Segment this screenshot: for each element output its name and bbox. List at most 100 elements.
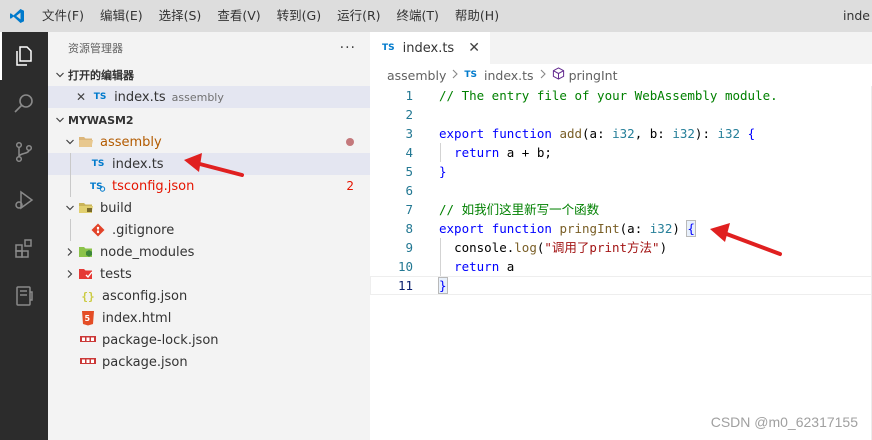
breadcrumb-symbol[interactable]: pringInt <box>569 68 618 83</box>
indent-guide <box>70 175 71 197</box>
problems-count-badge: 2 <box>346 179 354 193</box>
code-function-name: log <box>514 240 537 255</box>
code-keyword: function <box>491 126 552 141</box>
folder-test-icon <box>78 266 94 282</box>
open-editor-description: assembly <box>171 90 224 104</box>
close-icon[interactable]: ✕ <box>468 40 480 56</box>
run-debug-icon[interactable] <box>0 176 48 224</box>
code-line: 6 <box>370 181 872 200</box>
tab-label: index.ts <box>402 40 455 56</box>
extensions-icon[interactable] <box>0 224 48 272</box>
explorer-sidebar: 资源管理器 ··· 打开的编辑器 ✕ TS index.ts assembly … <box>48 32 370 440</box>
explorer-icon[interactable] <box>0 32 48 80</box>
npm-file-icon <box>80 332 96 348</box>
json-file-icon: {} <box>81 289 95 303</box>
open-editors-title: 打开的编辑器 <box>68 69 134 82</box>
tree-item-build[interactable]: build <box>48 197 370 219</box>
editor-tabs: TS index.ts ✕ <box>370 32 872 64</box>
menu-selection[interactable]: 选择(S) <box>151 0 210 32</box>
remote-explorer-icon[interactable] <box>0 272 48 320</box>
close-icon[interactable]: ✕ <box>76 90 86 104</box>
indent-guide <box>70 219 71 241</box>
more-actions-icon[interactable]: ··· <box>340 40 356 56</box>
menu-edit[interactable]: 编辑(E) <box>92 0 151 32</box>
line-number: 10 <box>397 259 413 274</box>
html-file-icon: 5 <box>80 310 96 326</box>
tree-item-package-lock[interactable]: package-lock.json <box>48 329 370 351</box>
folder-open-icon <box>78 134 94 150</box>
code-line: 8 export function pringInt(a: i32) { <box>370 219 872 238</box>
tree-item-asconfig[interactable]: {} asconfig.json <box>48 285 370 307</box>
code-text: a <box>499 259 515 274</box>
code-type: i32 <box>717 126 741 141</box>
chevron-right-icon <box>451 69 459 82</box>
tree-item-gitignore[interactable]: .gitignore <box>48 219 370 241</box>
typescript-file-icon: TS <box>93 92 107 102</box>
code-string: "调用了print方法" <box>544 240 660 255</box>
source-control-icon[interactable] <box>0 128 48 176</box>
code-line: 7 // 如我们这里新写一个函数 <box>370 200 872 219</box>
code-editor[interactable]: 1 // The entry file of your WebAssembly … <box>370 86 872 295</box>
breadcrumb-folder[interactable]: assembly <box>387 68 446 83</box>
open-editors-section[interactable]: 打开的编辑器 <box>48 64 370 86</box>
line-number: 1 <box>405 88 413 103</box>
tree-item-index-html[interactable]: 5 index.html <box>48 307 370 329</box>
sidebar-title: 资源管理器 <box>68 42 123 55</box>
tree-item-label: build <box>100 200 132 216</box>
search-icon[interactable] <box>0 80 48 128</box>
code-text: a + b; <box>499 145 552 160</box>
line-number: 9 <box>405 240 413 255</box>
vscode-logo-icon <box>0 0 34 32</box>
code-type: i32 <box>672 126 695 141</box>
menu-terminal[interactable]: 终端(T) <box>389 0 447 32</box>
code-line: 4 return a + b; <box>370 143 872 162</box>
menu-help[interactable]: 帮助(H) <box>447 0 507 32</box>
tree-item-node-modules[interactable]: node_modules <box>48 241 370 263</box>
tree-item-index-ts[interactable]: TS index.ts <box>48 153 370 175</box>
breadcrumb-file[interactable]: index.ts <box>484 68 534 83</box>
code-keyword: export <box>439 126 485 141</box>
line-number: 11 <box>397 278 413 293</box>
code-punct: } <box>439 164 447 179</box>
tree-item-label: node_modules <box>100 244 195 260</box>
open-editor-item[interactable]: ✕ TS index.ts assembly <box>48 86 370 108</box>
indent-guide <box>440 238 441 276</box>
chevron-down-icon <box>52 64 68 86</box>
tab-index-ts[interactable]: TS index.ts ✕ <box>370 32 490 64</box>
title-bar: 文件(F) 编辑(E) 选择(S) 查看(V) 转到(G) 运行(R) 终端(T… <box>0 0 872 32</box>
code-line: 1 // The entry file of your WebAssembly … <box>370 86 872 105</box>
code-type: i32 <box>612 126 635 141</box>
git-file-icon <box>90 222 106 238</box>
menu-bar: 文件(F) 编辑(E) 选择(S) 查看(V) 转到(G) 运行(R) 终端(T… <box>34 0 507 32</box>
sidebar-header: 资源管理器 ··· <box>48 32 370 64</box>
menu-view[interactable]: 查看(V) <box>209 0 268 32</box>
code-punct: (a: <box>619 221 650 236</box>
code-line: 5 } <box>370 162 872 181</box>
line-number: 3 <box>405 126 413 141</box>
code-function-name: pringInt <box>559 221 620 236</box>
folder-node-icon <box>78 244 94 260</box>
tree-item-tests[interactable]: tests <box>48 263 370 285</box>
line-number: 5 <box>405 164 413 179</box>
project-section[interactable]: MYWASM2 <box>48 109 370 131</box>
tsconfig-file-icon: TS <box>90 178 106 194</box>
code-punct: ) <box>672 221 688 236</box>
code-keyword: function <box>491 221 552 236</box>
menu-run[interactable]: 运行(R) <box>329 0 388 32</box>
tree-item-label: package-lock.json <box>102 332 219 348</box>
tree-item-package[interactable]: package.json <box>48 351 370 373</box>
line-number: 8 <box>405 221 413 236</box>
menu-go[interactable]: 转到(G) <box>269 0 329 32</box>
chevron-right-icon <box>62 241 78 263</box>
menu-file[interactable]: 文件(F) <box>34 0 92 32</box>
code-line: 9 console.log("调用了print方法") <box>370 238 872 257</box>
svg-text:5: 5 <box>85 314 91 323</box>
chevron-right-icon <box>539 69 547 82</box>
typescript-file-icon: TS <box>464 70 477 80</box>
code-type: i32 <box>649 221 673 236</box>
tree-item-assembly[interactable]: assembly <box>48 131 370 153</box>
folder-build-icon <box>78 200 94 216</box>
tree-item-tsconfig[interactable]: TS tsconfig.json 2 <box>48 175 370 197</box>
line-number: 7 <box>405 202 413 217</box>
tree-item-label: index.ts <box>112 156 164 172</box>
